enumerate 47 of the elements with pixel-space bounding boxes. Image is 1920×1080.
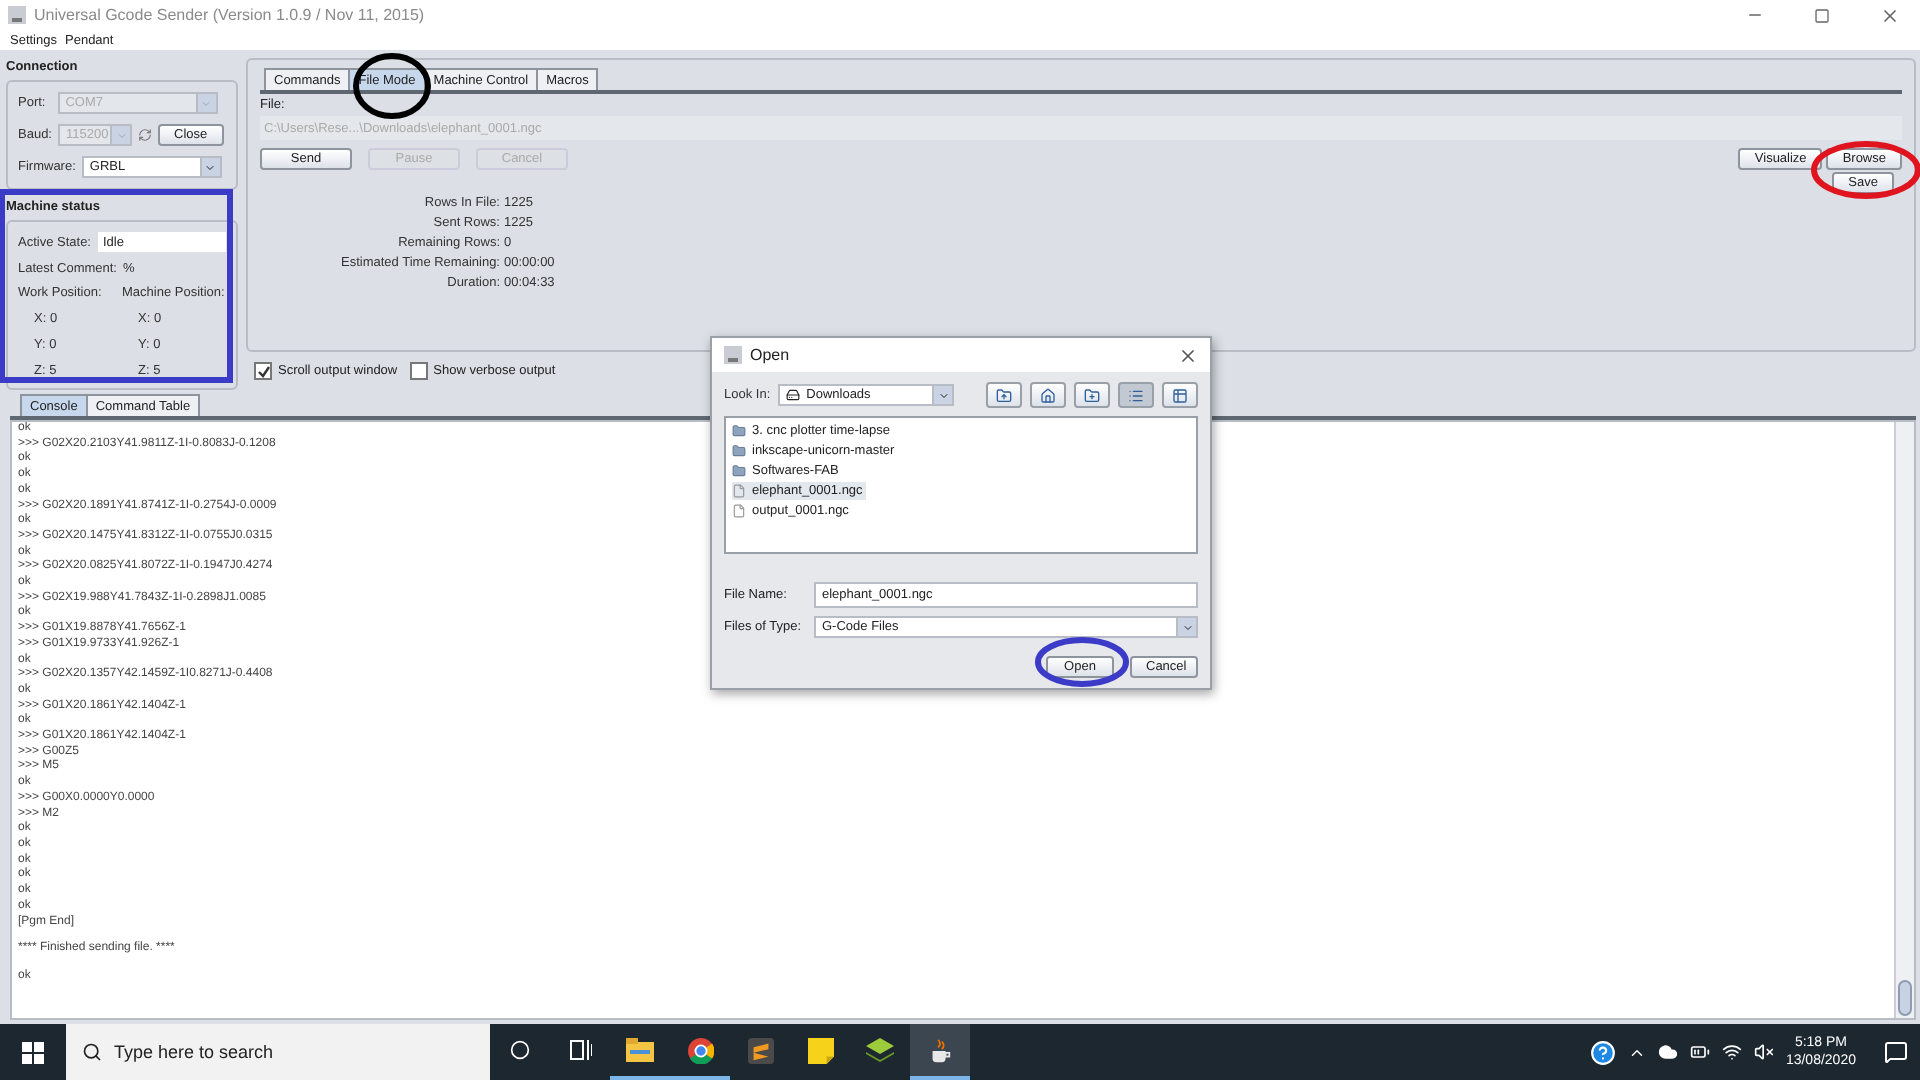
- folder-icon: [732, 424, 746, 438]
- scrollbar[interactable]: [1894, 422, 1914, 1018]
- drive-icon: [786, 388, 801, 402]
- maximize-icon[interactable]: [1814, 7, 1830, 23]
- folder-icon: [732, 444, 746, 458]
- checkbox[interactable]: [409, 362, 428, 380]
- checkbox[interactable]: [254, 362, 272, 380]
- windows-icon[interactable]: [22, 1041, 44, 1063]
- scrollbar-thumb[interactable]: [1898, 980, 1912, 1016]
- new-folder-button[interactable]: [1074, 382, 1110, 408]
- file-icon: [732, 484, 746, 498]
- note-icon: [807, 1037, 833, 1063]
- up-folder-button[interactable]: [986, 382, 1022, 408]
- refresh-icon[interactable]: [138, 128, 152, 142]
- cup-icon: [928, 1037, 952, 1063]
- details-view-button[interactable]: [1162, 382, 1198, 408]
- cloud-icon[interactable]: [1657, 1042, 1678, 1062]
- search-field[interactable]: Type here to search: [66, 1024, 490, 1080]
- checkmark-icon: [257, 365, 269, 377]
- close-icon[interactable]: [1178, 345, 1198, 365]
- browser-icon: [687, 1037, 713, 1063]
- notification-icon[interactable]: [1884, 1040, 1908, 1064]
- dialog-title: Open: [750, 346, 792, 364]
- list-icon: [1128, 387, 1144, 403]
- wifi-icon[interactable]: [1721, 1042, 1742, 1062]
- table-icon: [1172, 387, 1188, 403]
- folder-icon: [732, 464, 746, 478]
- editor-icon: [747, 1037, 773, 1063]
- home-button[interactable]: [1030, 382, 1066, 408]
- folder-icon: [626, 1038, 654, 1062]
- help-icon[interactable]: [1589, 1039, 1616, 1065]
- new-folder-icon: [1084, 387, 1100, 403]
- battery-icon[interactable]: [1689, 1042, 1710, 1062]
- taskbar-app[interactable]: [910, 1024, 970, 1080]
- app-icon: [8, 6, 26, 24]
- list-view-button[interactable]: [1118, 382, 1154, 408]
- task-view-icon[interactable]: [569, 1040, 591, 1060]
- close-icon[interactable]: [1880, 5, 1900, 25]
- file-icon: [732, 504, 746, 518]
- layers-icon: [866, 1038, 894, 1062]
- cortana-icon[interactable]: [510, 1040, 530, 1060]
- window-title: Universal Gcode Sender (Version 1.0.9 / Nov 11, 2015): [34, 6, 427, 24]
- app-icon: [724, 346, 742, 364]
- folder-up-icon: [996, 387, 1012, 403]
- search-icon: [82, 1042, 102, 1062]
- speaker-muted-icon[interactable]: [1753, 1042, 1774, 1062]
- home-icon: [1040, 387, 1056, 403]
